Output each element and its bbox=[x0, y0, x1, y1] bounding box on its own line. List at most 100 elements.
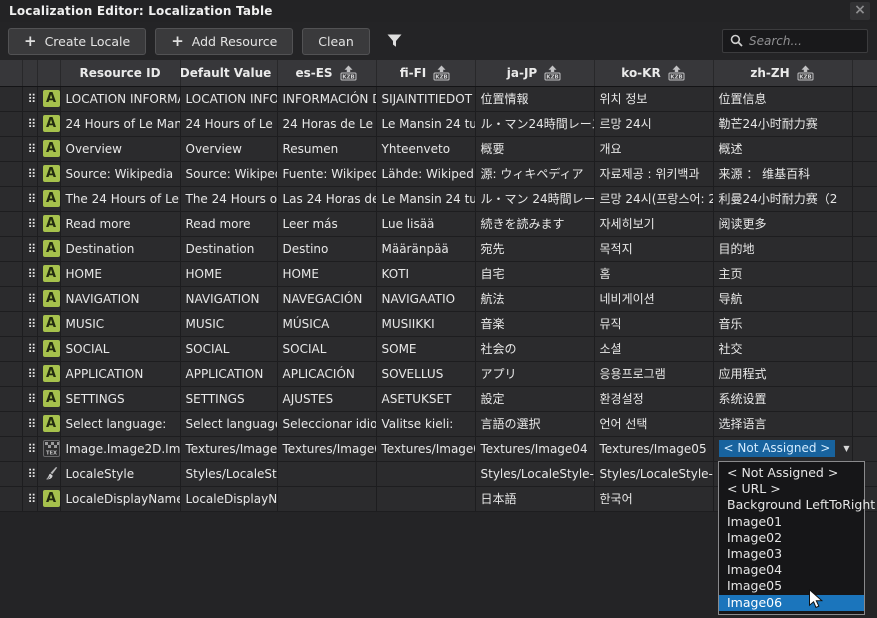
table-cell[interactable]: Fuente: Wikipedia bbox=[277, 161, 376, 186]
table-cell[interactable]: APLICACIÓN bbox=[277, 361, 376, 386]
table-cell[interactable]: HOME bbox=[60, 261, 180, 286]
dropdown-item[interactable]: Image06 bbox=[719, 595, 864, 611]
table-cell[interactable]: INFORMACIÓN D bbox=[277, 86, 376, 111]
drag-handle-icon[interactable]: ⠿ bbox=[22, 186, 37, 211]
table-cell[interactable]: 자료제공 : 위키백과 bbox=[594, 161, 713, 186]
table-cell[interactable]: Source: Wikipedia bbox=[60, 161, 180, 186]
table-cell[interactable]: Destination bbox=[60, 236, 180, 261]
dropdown-item[interactable]: Image03 bbox=[719, 546, 864, 562]
table-cell[interactable]: NAVIGATION bbox=[60, 286, 180, 311]
table-cell[interactable]: ASETUKSET bbox=[376, 386, 475, 411]
drag-handle-icon[interactable]: ⠿ bbox=[22, 111, 37, 136]
kzb-export-icon[interactable]: KZB bbox=[339, 65, 358, 81]
table-cell[interactable]: The 24 Hours of L bbox=[180, 186, 277, 211]
table-cell[interactable]: アプリ bbox=[475, 361, 594, 386]
table-cell[interactable]: 导航 bbox=[713, 286, 852, 311]
table-cell[interactable]: NAVEGACIÓN bbox=[277, 286, 376, 311]
table-cell[interactable]: 르망 24시 bbox=[594, 111, 713, 136]
table-cell[interactable]: 源: ウィキペディア bbox=[475, 161, 594, 186]
table-cell[interactable]: 系统设置 bbox=[713, 386, 852, 411]
table-cell[interactable]: LOCATION INFORMAT bbox=[60, 86, 180, 111]
table-cell[interactable]: 音楽 bbox=[475, 311, 594, 336]
table-cell[interactable]: 宛先 bbox=[475, 236, 594, 261]
column-header-fi-fi[interactable]: fi-FI KZB bbox=[376, 60, 475, 86]
table-cell[interactable]: APPLICATION bbox=[60, 361, 180, 386]
dropdown-item[interactable]: Image01 bbox=[719, 514, 864, 530]
table-cell[interactable]: 社交 bbox=[713, 336, 852, 361]
table-cell[interactable]: 航法 bbox=[475, 286, 594, 311]
table-cell[interactable]: Yhteenveto bbox=[376, 136, 475, 161]
search-input[interactable] bbox=[749, 34, 860, 48]
table-cell[interactable]: 概要 bbox=[475, 136, 594, 161]
table-cell[interactable]: Textures/Image01 bbox=[180, 436, 277, 461]
drag-handle-icon[interactable]: ⠿ bbox=[22, 136, 37, 161]
table-cell[interactable]: SETTINGS bbox=[60, 386, 180, 411]
table-cell[interactable]: Las 24 Horas de L bbox=[277, 186, 376, 211]
table-cell[interactable]: Destination bbox=[180, 236, 277, 261]
table-cell[interactable]: 社会の bbox=[475, 336, 594, 361]
table-cell[interactable]: 来源 ： 维基百科 bbox=[713, 161, 852, 186]
dropdown-item[interactable]: Image04 bbox=[719, 562, 864, 578]
table-cell[interactable]: 主页 bbox=[713, 261, 852, 286]
empty-cell[interactable] bbox=[376, 461, 475, 486]
table-cell[interactable]: SETTINGS bbox=[180, 386, 277, 411]
column-header-es-es[interactable]: es-ES KZB bbox=[277, 60, 376, 86]
table-cell[interactable]: 設定 bbox=[475, 386, 594, 411]
table-cell[interactable]: Styles/LocaleStyle bbox=[180, 461, 277, 486]
table-cell[interactable]: 位置信息 bbox=[713, 86, 852, 111]
add-resource-button[interactable]: + Add Resource bbox=[155, 28, 293, 55]
column-header-ko-kr[interactable]: ko-KR KZB bbox=[594, 60, 713, 86]
drag-handle-icon[interactable]: ⠿ bbox=[22, 86, 37, 111]
table-cell[interactable]: 뮤직 bbox=[594, 311, 713, 336]
table-cell[interactable]: Le Mansin 24 tunn bbox=[376, 111, 475, 136]
column-header-default-value[interactable]: Default Value KZB bbox=[180, 60, 277, 86]
table-cell[interactable]: Lähde: Wikipedia bbox=[376, 161, 475, 186]
table-cell[interactable]: 利曼24小时耐力赛（2 bbox=[713, 186, 852, 211]
drag-handle-icon[interactable]: ⠿ bbox=[22, 361, 37, 386]
drag-handle-icon[interactable]: ⠿ bbox=[22, 261, 37, 286]
table-cell[interactable]: Le Mansin 24 tunn bbox=[376, 186, 475, 211]
table-cell[interactable]: Select language: bbox=[180, 411, 277, 436]
table-cell[interactable]: 日本語 bbox=[475, 486, 594, 511]
dropdown-item[interactable]: Image05 bbox=[719, 578, 864, 594]
table-cell[interactable]: 概述 bbox=[713, 136, 852, 161]
table-cell[interactable]: Määränpää bbox=[376, 236, 475, 261]
drag-handle-icon[interactable]: ⠿ bbox=[22, 436, 37, 461]
table-cell[interactable]: 한국어 bbox=[594, 486, 713, 511]
table-cell[interactable]: MUSIC bbox=[60, 311, 180, 336]
dropdown-item[interactable]: < URL > bbox=[719, 481, 864, 497]
table-cell[interactable]: 르망 24시(프랑스어: 2 bbox=[594, 186, 713, 211]
table-cell[interactable]: LocaleStyle bbox=[60, 461, 180, 486]
table-cell[interactable]: Select language: bbox=[60, 411, 180, 436]
table-cell[interactable]: LOCATION INFOR bbox=[180, 86, 277, 111]
table-cell[interactable]: MÚSICA bbox=[277, 311, 376, 336]
table-cell[interactable]: APPLICATION bbox=[180, 361, 277, 386]
table-cell[interactable]: 言語の選択 bbox=[475, 411, 594, 436]
table-cell[interactable]: SOCIAL bbox=[277, 336, 376, 361]
table-cell[interactable]: 勒芒24小时耐力赛 bbox=[713, 111, 852, 136]
table-cell[interactable]: Overview bbox=[180, 136, 277, 161]
table-cell[interactable]: HOME bbox=[180, 261, 277, 286]
drag-handle-icon[interactable]: ⠿ bbox=[22, 461, 37, 486]
table-cell[interactable]: 24 Horas de Le M bbox=[277, 111, 376, 136]
table-cell[interactable]: Read more bbox=[60, 211, 180, 236]
table-cell[interactable]: Lue lisää bbox=[376, 211, 475, 236]
drag-handle-icon[interactable]: ⠿ bbox=[22, 411, 37, 436]
table-cell[interactable]: 目的地 bbox=[713, 236, 852, 261]
table-cell[interactable]: MUSIC bbox=[180, 311, 277, 336]
empty-cell[interactable] bbox=[277, 461, 376, 486]
kzb-export-icon[interactable]: KZB bbox=[543, 65, 562, 81]
table-cell[interactable]: Seleccionar idiom bbox=[277, 411, 376, 436]
table-cell[interactable]: Overview bbox=[60, 136, 180, 161]
table-cell[interactable]: Styles/LocaleStyle-kr bbox=[594, 461, 713, 486]
table-cell[interactable]: 목적지 bbox=[594, 236, 713, 261]
table-cell[interactable]: SOVELLUS bbox=[376, 361, 475, 386]
drag-handle-icon[interactable]: ⠿ bbox=[22, 236, 37, 261]
table-cell[interactable]: Textures/Image04 bbox=[475, 436, 594, 461]
drag-handle-icon[interactable]: ⠿ bbox=[22, 161, 37, 186]
table-cell[interactable]: Image.Image2D.Imag bbox=[60, 436, 180, 461]
column-header-ja-jp[interactable]: ja-JP KZB bbox=[475, 60, 594, 86]
dropdown-cell[interactable]: < Not Assigned >▼ bbox=[713, 436, 852, 461]
column-header-resource-id[interactable]: Resource ID bbox=[60, 60, 180, 86]
table-cell[interactable]: 选择语言 bbox=[713, 411, 852, 436]
